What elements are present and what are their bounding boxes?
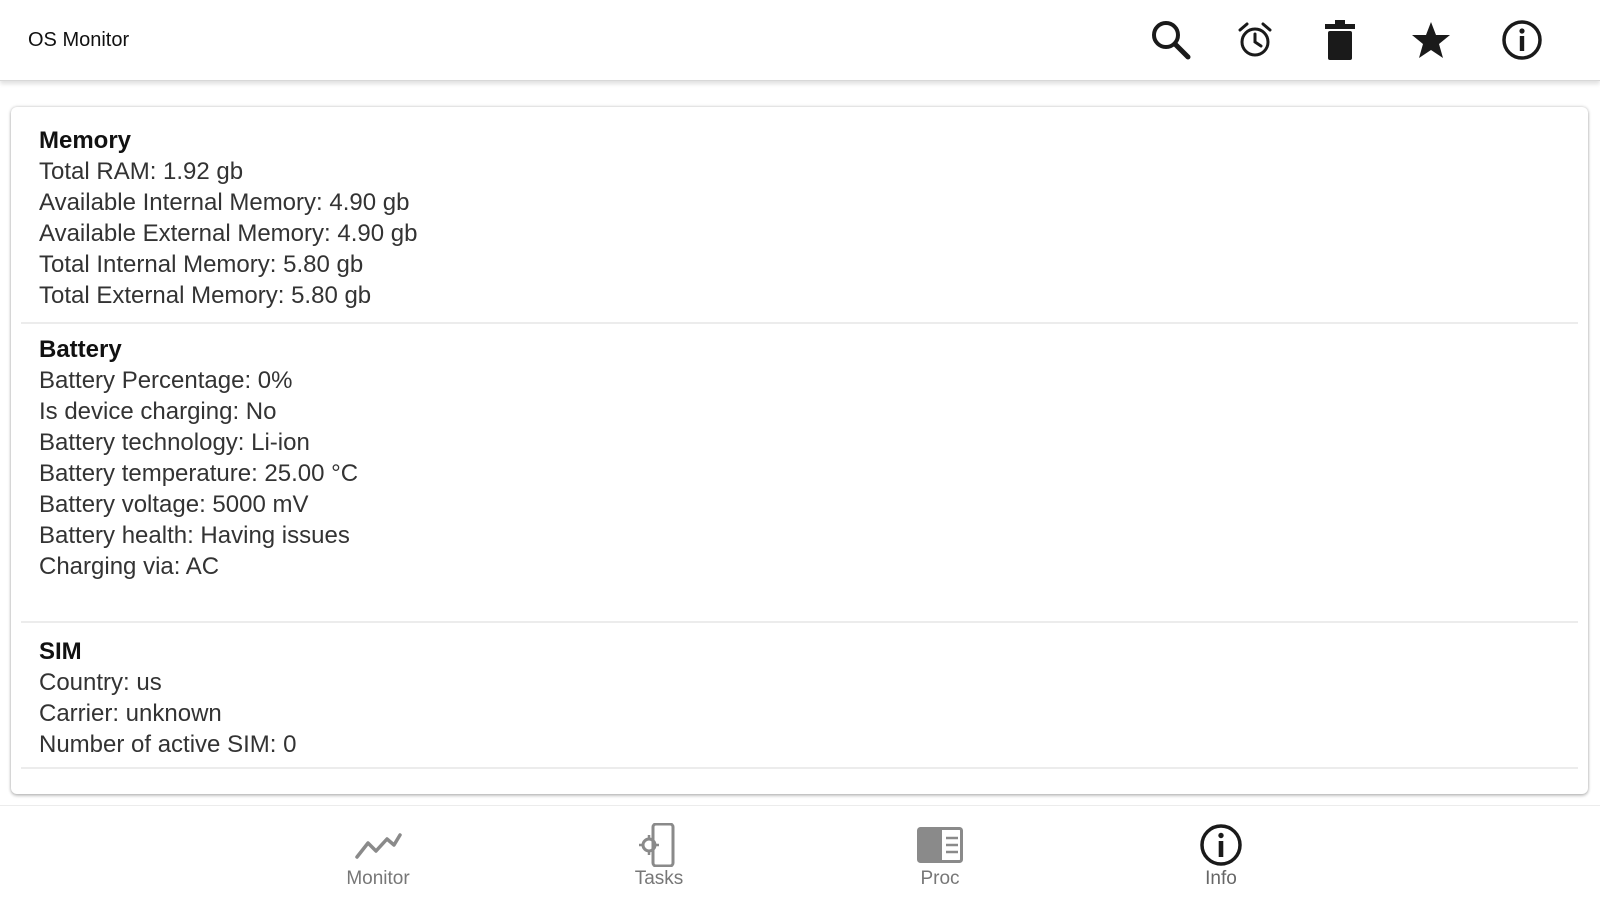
section-divider <box>21 767 1578 769</box>
battery-line: Battery voltage: 5000 mV <box>39 491 309 518</box>
nav-label-proc: Proc <box>920 868 960 889</box>
memory-line: Available External Memory: 4.90 gb <box>39 220 418 247</box>
tasks-phone-gear-icon <box>635 823 683 867</box>
info-icon <box>1501 19 1543 61</box>
nav-label-monitor: Monitor <box>346 868 410 889</box>
battery-line: Battery health: Having issues <box>39 522 350 549</box>
top-app-bar: OS Monitor <box>0 0 1600 81</box>
nav-proc[interactable]: Proc <box>880 806 1000 896</box>
section-title-battery: Battery <box>39 336 122 363</box>
info-button[interactable] <box>1498 16 1546 64</box>
nav-label-info: Info <box>1205 868 1237 889</box>
battery-line: Charging via: AC <box>39 553 220 580</box>
memory-line: Total External Memory: 5.80 gb <box>39 282 372 309</box>
section-divider <box>21 322 1578 324</box>
bottom-navigation: Monitor Tasks Proc Info <box>0 805 1600 901</box>
trash-icon <box>1322 19 1358 61</box>
battery-line: Is device charging: No <box>39 398 277 425</box>
nav-monitor[interactable]: Monitor <box>318 806 438 896</box>
delete-button[interactable] <box>1316 16 1364 64</box>
alarm-button[interactable] <box>1231 16 1279 64</box>
star-icon <box>1411 20 1451 60</box>
sim-line: Carrier: unknown <box>39 700 222 727</box>
memory-line: Available Internal Memory: 4.90 gb <box>39 189 410 216</box>
nav-label-tasks: Tasks <box>634 868 684 889</box>
app-title: OS Monitor <box>28 29 130 51</box>
sim-line: Number of active SIM: 0 <box>39 731 297 758</box>
battery-line: Battery temperature: 25.00 °C <box>39 460 359 487</box>
memory-line: Total RAM: 1.92 gb <box>39 158 244 185</box>
alarm-clock-icon <box>1235 20 1275 60</box>
section-title-sim: SIM <box>39 638 82 665</box>
info-icon <box>1197 824 1245 866</box>
battery-line: Battery technology: Li-ion <box>39 429 310 456</box>
sim-line: Country: us <box>39 669 162 696</box>
section-divider <box>21 621 1578 623</box>
battery-line: Battery Percentage: 0% <box>39 367 293 394</box>
search-button[interactable] <box>1146 16 1194 64</box>
process-list-icon <box>916 824 964 866</box>
line-chart-icon <box>354 824 402 866</box>
search-icon <box>1148 18 1192 62</box>
section-title-memory: Memory <box>39 127 132 154</box>
info-card: Memory Total RAM: 1.92 gb Available Inte… <box>11 107 1588 794</box>
battery-section: Battery Battery Percentage: 0% Is device… <box>21 334 1578 584</box>
memory-line: Total Internal Memory: 5.80 gb <box>39 251 364 278</box>
sim-section: SIM Country: us Carrier: unknown Number … <box>21 636 1578 766</box>
nav-tasks[interactable]: Tasks <box>599 806 719 896</box>
memory-section: Memory Total RAM: 1.92 gb Available Inte… <box>21 125 1578 315</box>
favorite-button[interactable] <box>1407 16 1455 64</box>
nav-info[interactable]: Info <box>1161 806 1281 896</box>
